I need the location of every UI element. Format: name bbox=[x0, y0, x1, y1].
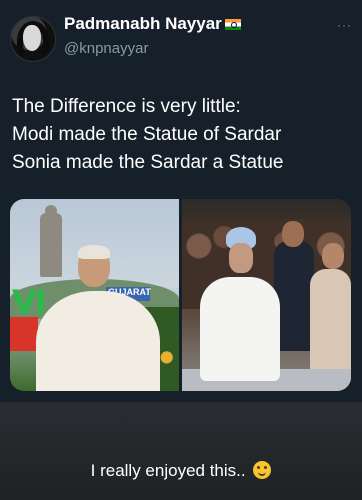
photo-statue-of-unity[interactable]: VI GUJARAT bbox=[10, 199, 179, 391]
blurred-background bbox=[0, 402, 362, 500]
man-hair bbox=[78, 245, 110, 259]
man-in-white-kurta bbox=[36, 291, 160, 391]
tweet-header: Padmanabh Nayyar @knpnayyar ··· bbox=[10, 14, 352, 64]
india-flag-icon bbox=[224, 18, 241, 30]
woman-head bbox=[322, 243, 344, 269]
tweet-line-1: The Difference is very little: bbox=[12, 96, 241, 117]
avatar[interactable] bbox=[10, 16, 56, 62]
tweet-text: The Difference is very little: Modi made… bbox=[12, 93, 352, 177]
caption-text: I really enjoyed this.. bbox=[90, 461, 246, 480]
display-name[interactable]: Padmanabh Nayyar bbox=[64, 14, 222, 34]
tweet-card: Padmanabh Nayyar @knpnayyar ··· The Diff… bbox=[0, 0, 362, 402]
statue-figure bbox=[40, 213, 62, 277]
seated-man-head bbox=[229, 243, 253, 273]
vibrant-sign-letters: VI bbox=[12, 283, 47, 321]
smiling-face-icon bbox=[253, 461, 272, 479]
man-in-dark-suit bbox=[274, 241, 314, 351]
photo-seated-man[interactable] bbox=[182, 199, 351, 391]
user-handle[interactable]: @knpnayyar bbox=[64, 40, 148, 57]
avatar-face bbox=[23, 25, 41, 51]
tweet-line-3: Sonia made the Sardar a Statue bbox=[12, 152, 284, 173]
red-sign-block bbox=[10, 317, 38, 351]
name-row: Padmanabh Nayyar bbox=[64, 14, 241, 34]
tweet-line-2: Modi made the Statue of Sardar bbox=[12, 124, 282, 145]
suit-man-head bbox=[282, 221, 304, 247]
seated-man-in-white bbox=[200, 277, 280, 381]
tweet-media[interactable]: VI GUJARAT bbox=[10, 199, 351, 391]
caption: I really enjoyed this.. bbox=[0, 461, 362, 481]
more-options-icon[interactable]: ··· bbox=[337, 18, 352, 32]
